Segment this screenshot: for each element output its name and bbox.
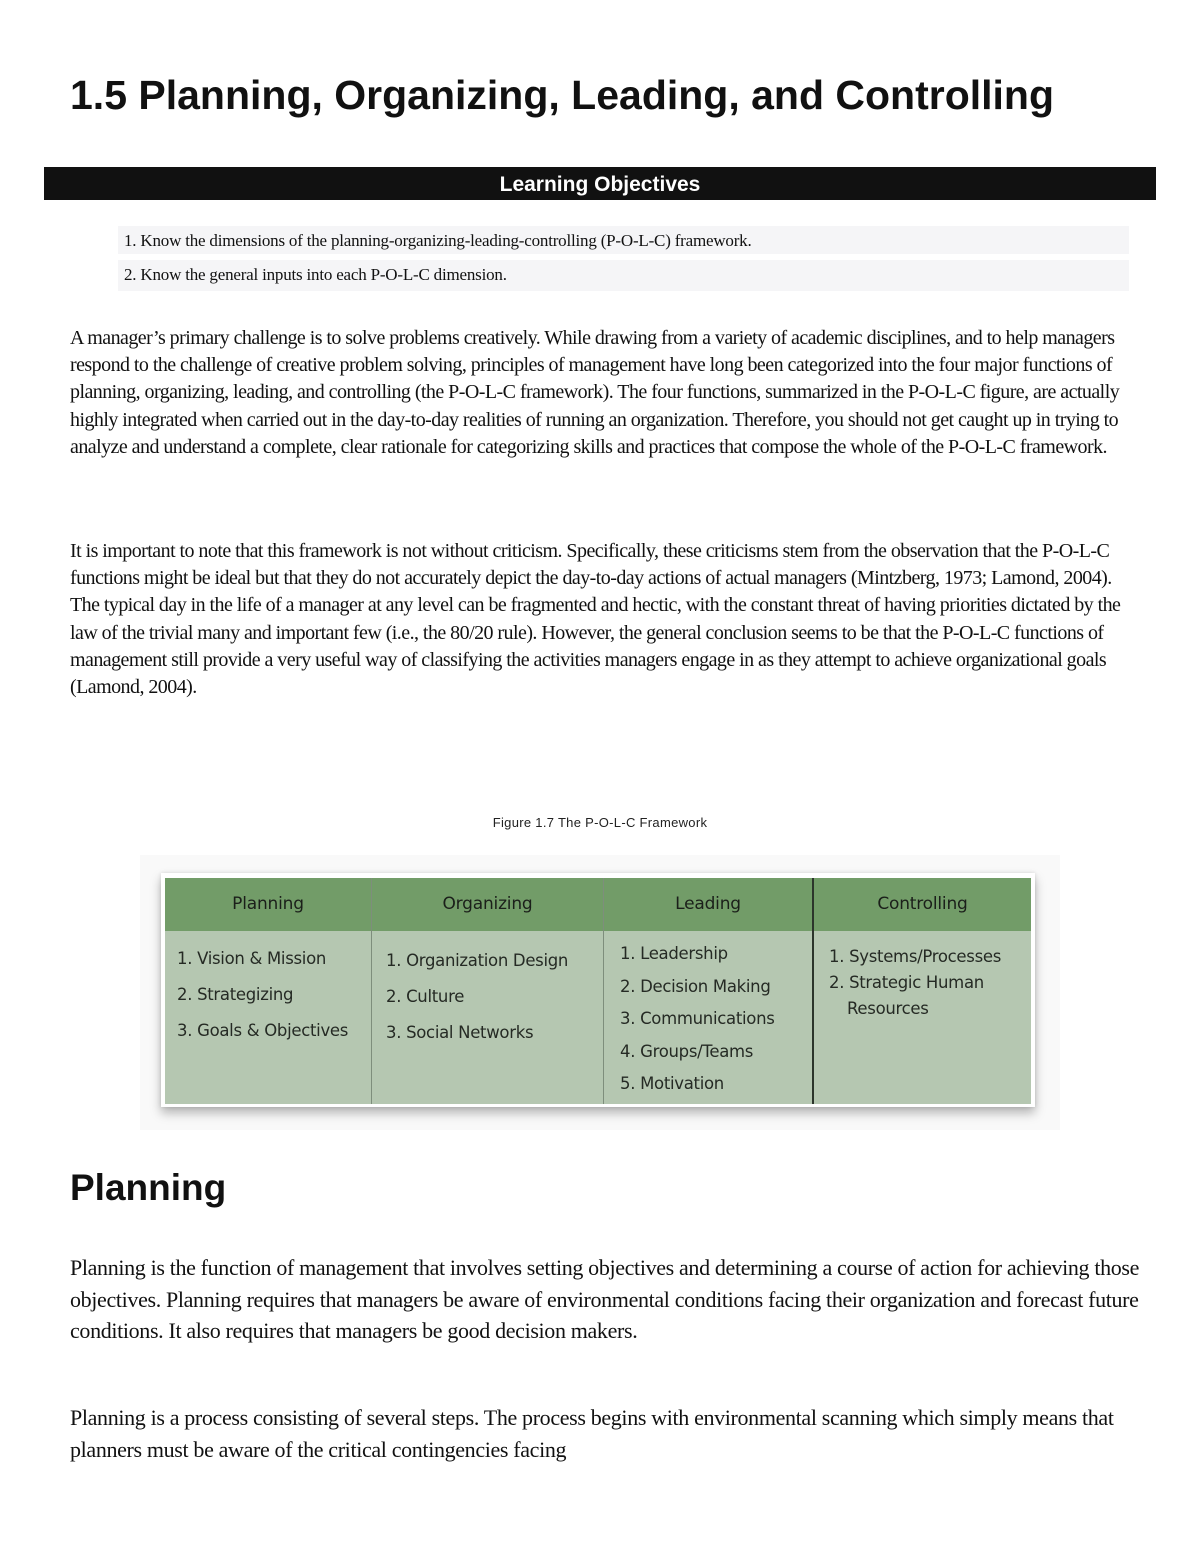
- learning-objectives-list: 1. Know the dimensions of the planning-o…: [118, 226, 1129, 291]
- polc-column-leading: Leading 1. Leadership 2. Decision Making…: [604, 878, 814, 1104]
- polc-item: 3. Communications: [620, 1009, 775, 1028]
- page-title: 1.5 Planning, Organizing, Leading, and C…: [70, 72, 1055, 118]
- intro-paragraph: A manager’s primary challenge is to solv…: [70, 327, 1120, 458]
- polc-column-header: Leading: [604, 878, 812, 931]
- polc-column-items: 1. Organization Design 2. Culture 3. Soc…: [372, 931, 603, 1104]
- polc-item: 1. Vision & Mission: [177, 949, 327, 968]
- criticism-paragraph: It is important to note that this framew…: [70, 540, 1121, 699]
- polc-column-planning: Planning 1. Vision & Mission 2. Strategi…: [165, 878, 372, 1104]
- planning-paragraph: Planning is the function of management t…: [70, 1255, 1140, 1343]
- polc-column-items: 1. Systems/Processes 2. Strategic Human …: [814, 931, 1031, 1104]
- polc-column-items: 1. Leadership 2. Decision Making 3. Comm…: [604, 931, 812, 1104]
- planning-process-paragraph: Planning is a process consisting of seve…: [70, 1405, 1114, 1462]
- polc-figure-frame: Planning 1. Vision & Mission 2. Strategi…: [161, 873, 1035, 1107]
- polc-item: 2. Strategizing: [177, 985, 294, 1004]
- polc-item: 4. Groups/Teams: [620, 1041, 754, 1061]
- polc-table: Planning 1. Vision & Mission 2. Strategi…: [165, 878, 1031, 1104]
- polc-item: 3. Goals & Objectives: [177, 1021, 349, 1040]
- polc-figure: Planning 1. Vision & Mission 2. Strategi…: [140, 855, 1060, 1130]
- polc-item: 2. Decision Making: [620, 976, 771, 996]
- learning-objective-item: 2. Know the general inputs into each P-O…: [124, 265, 507, 284]
- section-title-planning: Planning: [70, 1167, 227, 1208]
- figure-caption: Figure 1.7 The P-O-L-C Framework: [492, 815, 708, 830]
- polc-item: 1. Organization Design: [386, 951, 569, 970]
- polc-column-header: Planning: [165, 878, 371, 931]
- polc-column-header: Controlling: [814, 878, 1031, 931]
- polc-item: 1. Systems/Processes: [829, 947, 1002, 966]
- polc-item: 3. Social Networks: [386, 1023, 534, 1042]
- polc-column-items: 1. Vision & Mission 2. Strategizing 3. G…: [165, 931, 371, 1104]
- polc-column-controlling: Controlling 1. Systems/Processes 2. Stra…: [814, 878, 1031, 1104]
- polc-item: 2. Strategic Human Resources: [829, 973, 984, 1018]
- learning-objectives-heading: Learning Objectives: [44, 167, 1156, 200]
- polc-item: 5. Motivation: [620, 1074, 724, 1093]
- learning-objective-item: 1. Know the dimensions of the planning-o…: [118, 226, 1129, 260]
- polc-item: 2. Culture: [386, 987, 465, 1006]
- polc-item: 1. Leadership: [620, 944, 728, 963]
- polc-column-header: Organizing: [372, 878, 603, 931]
- polc-column-organizing: Organizing 1. Organization Design 2. Cul…: [372, 878, 604, 1104]
